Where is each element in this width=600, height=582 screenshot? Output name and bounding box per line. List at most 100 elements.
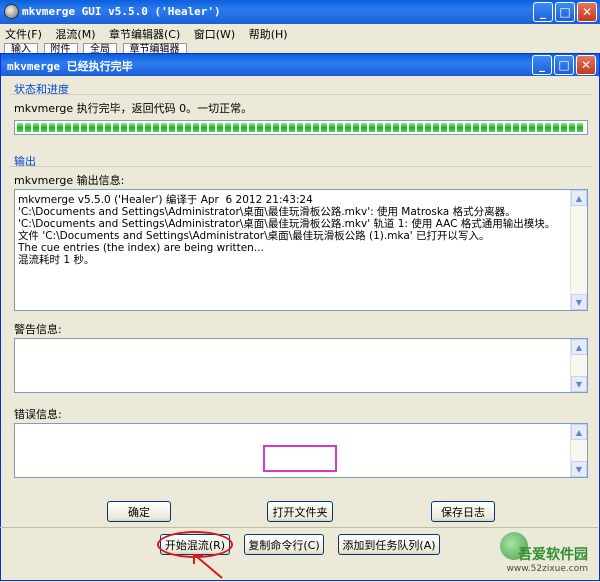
progress-segment xyxy=(289,123,295,132)
progress-segment xyxy=(33,123,39,132)
error-scrollbar[interactable]: ▲ ▼ xyxy=(570,424,587,477)
status-text: mkvmerge 执行完毕，返回代码 0。一切正常。 xyxy=(14,102,253,115)
progress-segment xyxy=(409,123,415,132)
progress-segment xyxy=(281,123,287,132)
progress-segment xyxy=(489,123,495,132)
progress-segment xyxy=(369,123,375,132)
progress-segment xyxy=(561,123,567,132)
error-label: 错误信息: xyxy=(14,408,62,421)
progress-segment xyxy=(169,123,175,132)
progress-segment xyxy=(73,123,79,132)
progress-segment xyxy=(105,123,111,132)
progress-segment xyxy=(449,123,455,132)
menu-file[interactable]: 文件(F) xyxy=(0,24,47,44)
output-label: mkvmerge 输出信息: xyxy=(14,174,125,187)
output-scrollbar[interactable]: ▲ ▼ xyxy=(570,190,587,310)
progress-segment xyxy=(97,123,103,132)
progress-segment xyxy=(217,123,223,132)
add-to-queue-button[interactable]: 添加到任务队列(A) xyxy=(338,534,440,555)
output-text: mkvmerge v5.5.0 ('Healer') 编译于 Apr 6 201… xyxy=(18,194,556,266)
progress-segment xyxy=(305,123,311,132)
close-button[interactable]: ✕ xyxy=(577,2,597,22)
progress-segment xyxy=(521,123,527,132)
menu-chapter-editor[interactable]: 章节编辑器(C) xyxy=(104,24,185,44)
watermark-brand: 吾爱软件园 xyxy=(518,547,588,563)
app-titlebar: mkvmerge GUI v5.5.0 ('Healer') _ □ ✕ xyxy=(0,0,600,24)
progress-segment xyxy=(113,123,119,132)
progress-segment xyxy=(497,123,503,132)
output-group-divider xyxy=(9,166,591,167)
progress-segment xyxy=(569,123,575,132)
completion-dialog: mkvmerge 已经执行完毕 _ □ ✕ 状态和进度 mkvmerge 执行完… xyxy=(0,53,600,581)
progress-segment xyxy=(129,123,135,132)
progress-segment xyxy=(177,123,183,132)
progress-segment xyxy=(265,123,271,132)
progress-segment xyxy=(337,123,343,132)
progress-segment xyxy=(89,123,95,132)
progress-segment xyxy=(57,123,63,132)
progress-segment xyxy=(273,123,279,132)
output-textbox[interactable]: mkvmerge v5.5.0 ('Healer') 编译于 Apr 6 201… xyxy=(14,189,588,311)
progress-segment xyxy=(201,123,207,132)
open-folder-highlight xyxy=(263,445,337,472)
open-folder-button[interactable]: 打开文件夹 xyxy=(267,501,333,522)
progress-segment xyxy=(553,123,559,132)
ok-button[interactable]: 确定 xyxy=(107,501,171,522)
progress-segment xyxy=(25,123,31,132)
progress-segment xyxy=(121,123,127,132)
progress-segment xyxy=(505,123,511,132)
status-group-divider xyxy=(9,94,591,95)
progress-segment xyxy=(65,123,71,132)
warning-label: 警告信息: xyxy=(14,323,62,336)
progress-segment xyxy=(465,123,471,132)
progress-segment xyxy=(137,123,143,132)
dialog-minimize-button[interactable]: _ xyxy=(532,55,552,75)
progress-segment xyxy=(41,123,47,132)
maximize-button[interactable]: □ xyxy=(555,2,575,22)
progress-segment xyxy=(49,123,55,132)
scroll-up-icon[interactable]: ▲ xyxy=(571,424,587,440)
app-icon xyxy=(4,4,19,19)
progress-segment xyxy=(153,123,159,132)
warning-textbox[interactable]: ▲ ▼ xyxy=(14,338,588,393)
progress-segment xyxy=(193,123,199,132)
menu-mux[interactable]: 混流(M) xyxy=(50,24,100,44)
scroll-up-icon[interactable]: ▲ xyxy=(571,339,587,355)
save-log-button[interactable]: 保存日志 xyxy=(431,501,495,522)
progress-segment xyxy=(417,123,423,132)
progress-segment xyxy=(545,123,551,132)
progress-segment xyxy=(161,123,167,132)
progress-segment xyxy=(257,123,263,132)
progress-segment xyxy=(513,123,519,132)
progress-segment xyxy=(345,123,351,132)
scroll-down-icon[interactable]: ▼ xyxy=(571,376,587,392)
progress-segment xyxy=(361,123,367,132)
scroll-down-icon[interactable]: ▼ xyxy=(571,294,587,310)
watermark-url: www.52zixue.com xyxy=(506,564,588,574)
warning-scrollbar[interactable]: ▲ ▼ xyxy=(570,339,587,392)
dialog-title: mkvmerge 已经执行完毕 xyxy=(7,60,133,73)
progress-segment xyxy=(329,123,335,132)
progress-segment xyxy=(425,123,431,132)
minimize-button[interactable]: _ xyxy=(533,2,553,22)
progress-segment xyxy=(297,123,303,132)
progress-segment xyxy=(313,123,319,132)
dialog-close-button[interactable]: ✕ xyxy=(576,55,596,75)
dialog-maximize-button[interactable]: □ xyxy=(554,55,574,75)
app-title: mkvmerge GUI v5.5.0 ('Healer') xyxy=(22,5,221,18)
progress-segment xyxy=(401,123,407,132)
progress-segment xyxy=(321,123,327,132)
progress-segment xyxy=(441,123,447,132)
menu-window[interactable]: 窗口(W) xyxy=(189,24,240,44)
progress-segment xyxy=(145,123,151,132)
progress-segment xyxy=(209,123,215,132)
progress-segment xyxy=(377,123,383,132)
annotation-arrow-icon xyxy=(193,553,223,579)
progress-segment xyxy=(457,123,463,132)
copy-cmdline-button[interactable]: 复制命令行(C) xyxy=(244,534,324,555)
progress-segment xyxy=(185,123,191,132)
watermark: 吾爱软件园 www.52zixue.com xyxy=(500,530,596,578)
menu-help[interactable]: 帮助(H) xyxy=(244,24,293,44)
scroll-up-icon[interactable]: ▲ xyxy=(571,190,587,206)
scroll-down-icon[interactable]: ▼ xyxy=(571,461,587,477)
